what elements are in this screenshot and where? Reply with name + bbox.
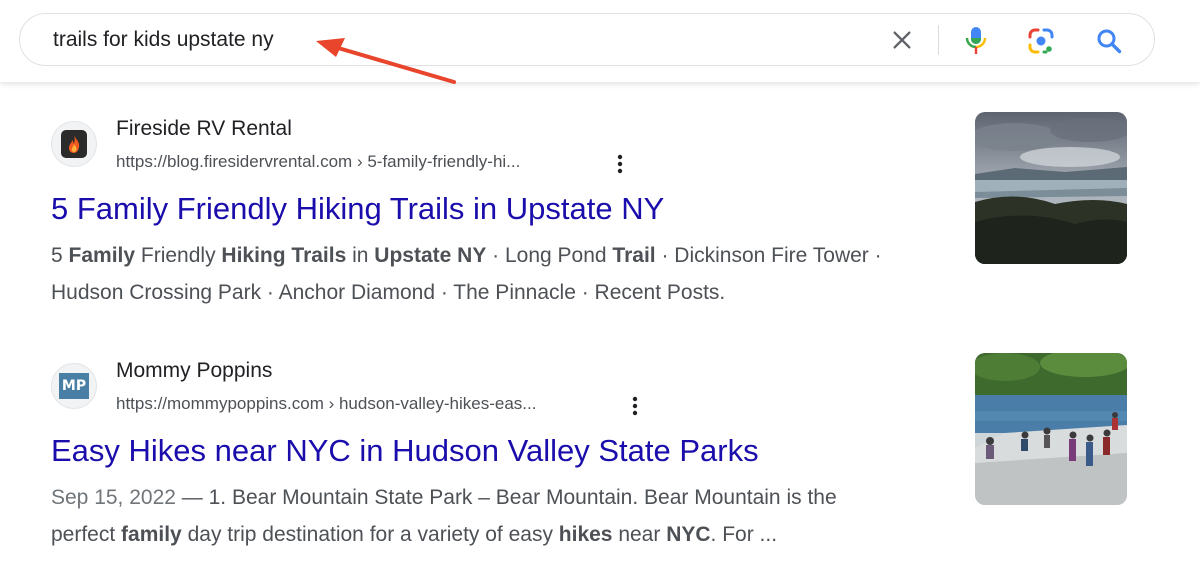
more-options-button[interactable] <box>623 393 647 419</box>
snippet-text: day trip destination for a variety of ea… <box>181 523 559 546</box>
result-thumbnail[interactable] <box>975 353 1127 505</box>
result-title-link[interactable]: Easy Hikes near NYC in Hudson Valley Sta… <box>51 433 759 469</box>
snippet-highlight: Trail <box>612 244 656 267</box>
snippet-highlight: NYC <box>666 523 711 546</box>
microphone-icon <box>965 27 987 54</box>
google-lens-icon <box>1028 28 1054 54</box>
mp-logo-text: MP <box>61 378 87 394</box>
three-dot-vertical-icon <box>632 396 638 416</box>
snippet-text: near <box>612 523 667 546</box>
site-name[interactable]: Mommy Poppins <box>116 359 272 383</box>
search-input[interactable] <box>53 27 553 53</box>
snippet-highlight: Hiking Trails <box>221 244 347 267</box>
result-date: Sep 15, 2022 <box>51 486 176 509</box>
snippet-text: · Long Pond <box>486 244 613 267</box>
search-box-divider <box>938 25 939 55</box>
result-thumbnail[interactable] <box>975 112 1127 264</box>
snippet-text: Friendly <box>135 244 222 267</box>
snippet-line: Sep 15, 2022 — 1. Bear Mountain State Pa… <box>51 479 941 516</box>
snippet-line: perfect family day trip destination for … <box>51 516 941 553</box>
three-dot-vertical-icon <box>617 154 623 174</box>
snippet-highlight: family <box>121 523 182 546</box>
snippet-text: — 1. Bear Mountain State Park – Bear Mou… <box>175 486 837 509</box>
close-icon <box>893 31 911 49</box>
search-header <box>0 0 1200 82</box>
snippet-text: in <box>346 244 375 267</box>
snippet-text: · Dickinson Fire Tower · <box>655 244 882 267</box>
snippet-highlight: Family <box>68 244 136 267</box>
search-icon <box>1097 29 1122 54</box>
snippet-text: Hudson Crossing Park · Anchor Diamond · … <box>51 281 726 304</box>
mp-logo-icon: MP <box>59 373 89 399</box>
snippet-highlight: Upstate NY <box>374 244 487 267</box>
result-snippet: 5 Family Friendly Hiking Trails in Upsta… <box>51 237 941 311</box>
site-favicon <box>51 121 97 167</box>
site-favicon: MP <box>51 363 97 409</box>
mountain-lake-photo <box>975 112 1127 264</box>
fire-logo-icon <box>61 130 87 158</box>
search-by-image-button[interactable] <box>1023 23 1059 59</box>
result-snippet: Sep 15, 2022 — 1. Bear Mountain State Pa… <box>51 479 941 553</box>
snippet-highlight: hikes <box>558 523 613 546</box>
clear-search-button[interactable] <box>884 24 920 56</box>
snippet-text: 5 <box>51 244 69 267</box>
site-url[interactable]: https://mommypoppins.com › hudson-valley… <box>116 394 536 414</box>
lake-hikers-photo <box>975 353 1127 505</box>
site-name[interactable]: Fireside RV Rental <box>116 117 292 141</box>
site-url[interactable]: https://blog.firesidervrental.com › 5-fa… <box>116 152 520 172</box>
more-options-button[interactable] <box>608 151 632 177</box>
snippet-text: perfect <box>51 523 122 546</box>
result-title-link[interactable]: 5 Family Friendly Hiking Trails in Upsta… <box>51 191 664 227</box>
snippet-text: . For ... <box>710 523 778 546</box>
search-results-page: Fireside RV Rental https://blog.fireside… <box>0 0 1200 577</box>
snippet-line: Hudson Crossing Park · Anchor Diamond · … <box>51 274 941 311</box>
search-submit-button[interactable] <box>1091 23 1127 59</box>
voice-search-button[interactable] <box>958 23 994 59</box>
search-box[interactable] <box>19 13 1155 66</box>
snippet-line: 5 Family Friendly Hiking Trails in Upsta… <box>51 237 941 274</box>
